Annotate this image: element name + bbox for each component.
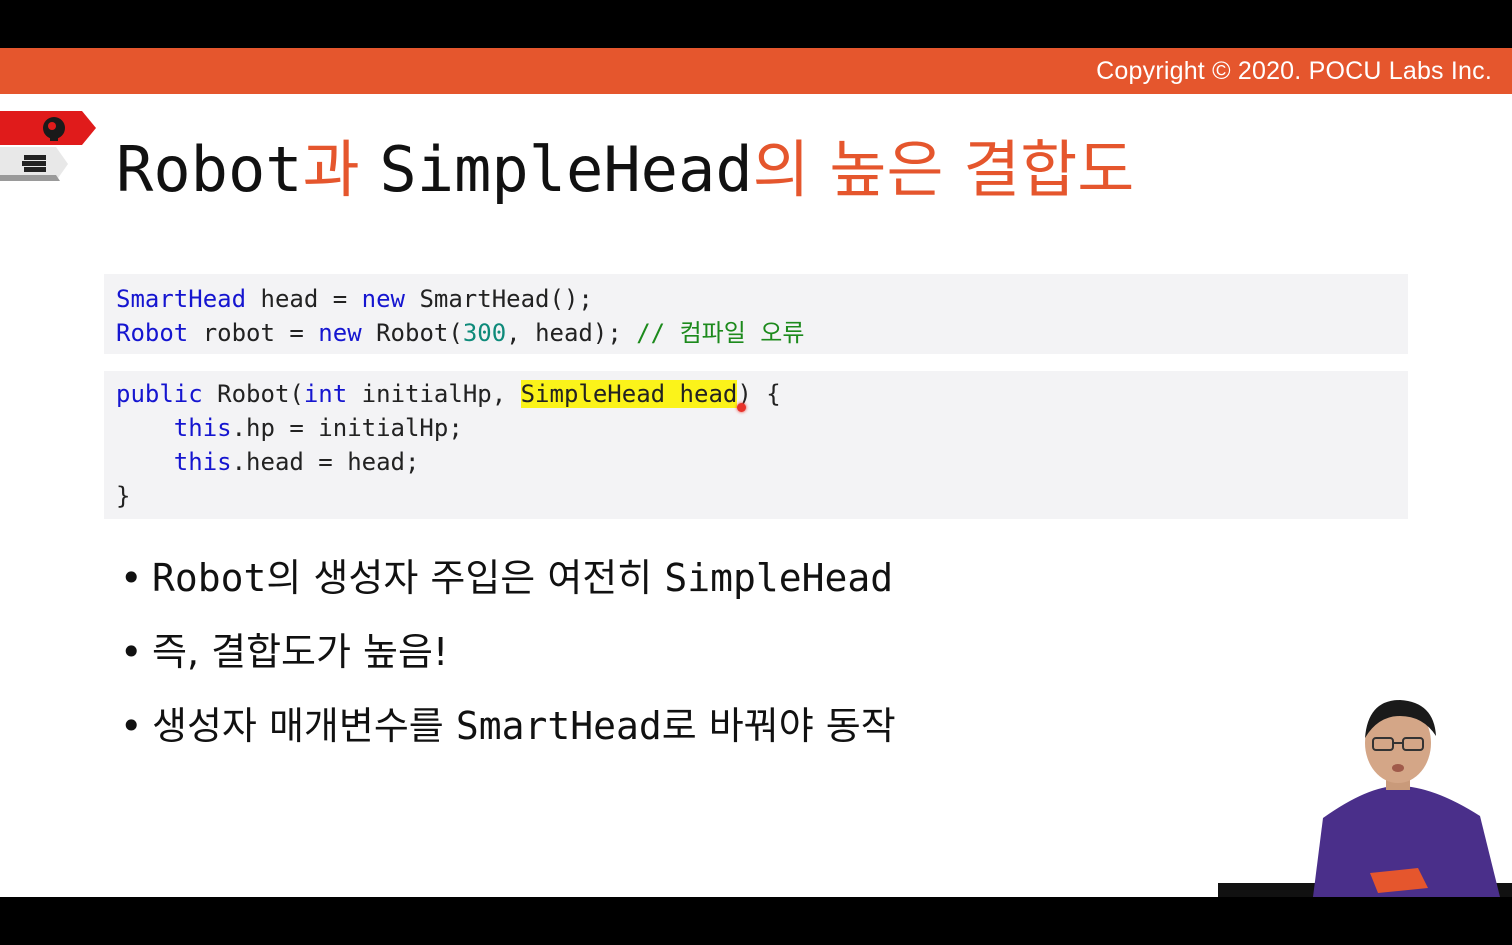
- code-block-constructor: public Robot(int initialHp, SimpleHead h…: [104, 371, 1408, 519]
- presenter-video: [1218, 700, 1512, 897]
- brain-gear-icon: [0, 111, 96, 145]
- highlighted-parameter: SimpleHead head: [520, 380, 738, 408]
- code-line: this.hp = initialHp;: [173, 414, 463, 442]
- list-item: • 즉, 결합도가 높음!: [120, 630, 449, 674]
- laser-pointer-dot: [737, 403, 746, 412]
- slide: Copyright © 2020. POCU Labs Inc. Robot과 …: [0, 48, 1512, 897]
- code-line: public Robot(int initialHp, SimpleHead h…: [116, 380, 781, 408]
- copyright-banner: Copyright © 2020. POCU Labs Inc.: [0, 48, 1512, 94]
- bullet-list: • Robot의 생성자 주입은 여전히 SimpleHead • 즉, 결합도가 …: [120, 553, 896, 775]
- list-item: • 생성자 매개변수를 SmartHead로 바꿔야 동작: [120, 704, 896, 748]
- copyright-text: Copyright © 2020. POCU Labs Inc.: [1096, 57, 1492, 85]
- page-title: Robot과 SimpleHead의 높은 결합도: [116, 133, 1135, 206]
- books-icon: [0, 147, 68, 181]
- code-block-usage: SmartHead head = new SmartHead(); Robot …: [104, 274, 1408, 354]
- list-item: • Robot의 생성자 주입은 여전히 SimpleHead: [120, 556, 894, 600]
- code-line: this.head = head;: [173, 448, 420, 476]
- code-line: SmartHead head = new SmartHead();: [116, 285, 593, 313]
- code-line: Robot robot = new Robot(300, head); // 컴…: [116, 319, 805, 347]
- code-line: }: [116, 482, 131, 510]
